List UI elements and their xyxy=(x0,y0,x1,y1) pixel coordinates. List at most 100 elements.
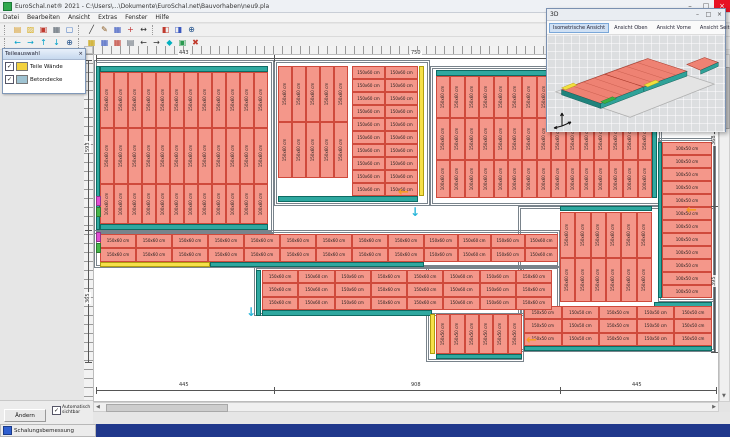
horizontal-scrollbar[interactable]: ◀ ▶ xyxy=(93,402,719,412)
layer-checkbox[interactable]: ✓ xyxy=(5,75,14,84)
slab-panel[interactable]: 150x50 cm xyxy=(637,333,675,346)
slab-panel[interactable]: 100x50 cm xyxy=(662,220,712,233)
slab-panel[interactable]: 150x60 cm xyxy=(516,297,552,310)
slab-panel[interactable]: 100x60 cm xyxy=(128,184,142,224)
slab-panel[interactable]: 150x60 cm xyxy=(458,234,492,248)
slab-panel[interactable]: 100x60 cm xyxy=(494,160,508,198)
slab-panel[interactable]: 150x60 cm xyxy=(280,248,316,262)
infill-strip[interactable] xyxy=(100,262,210,267)
slab-panel[interactable]: 150x50 cm xyxy=(562,306,600,319)
slab-panel[interactable]: 150x50 cm xyxy=(674,306,712,319)
slab-panel[interactable]: 150x60 cm xyxy=(465,76,479,118)
slab-panel[interactable]: 150x60 cm xyxy=(198,72,212,128)
slab-panel[interactable]: 150x60 cm xyxy=(424,234,458,248)
slab-panel[interactable]: 150x60 cm xyxy=(306,66,320,122)
infill-strip[interactable] xyxy=(100,224,268,230)
slab-panel[interactable]: 150x50 cm xyxy=(450,314,464,354)
slab-panel[interactable]: 150x60 cm xyxy=(516,270,552,283)
slab-panel[interactable]: 150x60 cm xyxy=(244,248,280,262)
slab-panel[interactable]: 150x60 cm xyxy=(352,248,388,262)
slab-panel[interactable]: 150x50 cm xyxy=(436,314,450,354)
slab-panel[interactable]: 150x60 cm xyxy=(480,270,516,283)
slab-panel[interactable]: 150x60 cm xyxy=(621,212,636,258)
accent-piece[interactable] xyxy=(96,232,101,242)
slab-panel[interactable]: 150x60 cm xyxy=(371,297,407,310)
slab-panel[interactable]: 150x60 cm xyxy=(278,66,292,122)
scroll-left-icon[interactable]: ◀ xyxy=(96,405,100,410)
slab-panel[interactable]: 150x60 cm xyxy=(385,118,418,131)
slab-panel[interactable]: 150x60 cm xyxy=(352,131,385,144)
slab-panel[interactable]: 150x60 cm xyxy=(292,122,306,178)
slab-panel[interactable]: 150x60 cm xyxy=(436,76,450,118)
slab-panel[interactable]: 150x60 cm xyxy=(637,212,652,258)
slab-panel[interactable]: 150x60 cm xyxy=(316,248,352,262)
slab-panel[interactable]: 150x60 cm xyxy=(254,128,268,184)
viewer3d-minimize-button[interactable]: – xyxy=(692,9,703,20)
slab-panel[interactable]: 150x60 cm xyxy=(136,248,172,262)
slab-panel[interactable]: 150x60 cm xyxy=(114,72,128,128)
slab-panel[interactable]: 150x60 cm xyxy=(443,270,479,283)
slab-panel[interactable]: 150x50 cm xyxy=(674,333,712,346)
slab-panel[interactable]: 150x60 cm xyxy=(184,72,198,128)
slab-panel[interactable]: 100x50 cm xyxy=(662,233,712,246)
slab-panel[interactable]: 150x60 cm xyxy=(407,270,443,283)
slab-panel[interactable]: 150x60 cm xyxy=(443,297,479,310)
view-tab-ansicht-seite[interactable]: Ansicht Seite xyxy=(696,23,730,33)
slab-panel[interactable]: 150x60 cm xyxy=(591,212,606,258)
slab-panel[interactable]: 150x60 cm xyxy=(352,170,385,183)
slab-panel[interactable]: 150x50 cm xyxy=(508,314,522,354)
auto-visible-checkbox[interactable]: ✓ xyxy=(52,406,61,415)
slab-panel[interactable]: 150x60 cm xyxy=(226,72,240,128)
view-tab-ansicht-vorne[interactable]: Ansicht Vorne xyxy=(653,23,695,33)
slab-panel[interactable]: 150x60 cm xyxy=(560,258,575,302)
slab-panel[interactable]: 100x60 cm xyxy=(508,160,522,198)
slab-panel[interactable]: 150x60 cm xyxy=(450,118,464,160)
slab-panel[interactable]: 150x50 cm xyxy=(599,306,637,319)
slab-panel[interactable]: 150x60 cm xyxy=(334,66,348,122)
slab-panel[interactable]: 150x60 cm xyxy=(479,76,493,118)
slab-panel[interactable]: 150x60 cm xyxy=(494,118,508,160)
slab-panel[interactable]: 150x60 cm xyxy=(212,72,226,128)
slab-panel[interactable]: 100x60 cm xyxy=(436,160,450,198)
slab-panel[interactable]: 100x60 cm xyxy=(537,160,551,198)
slab-panel[interactable]: 150x60 cm xyxy=(371,283,407,296)
horizontal-scrollbar-thumb[interactable] xyxy=(106,404,228,412)
slab-panel[interactable]: 150x60 cm xyxy=(244,234,280,248)
slab-panel[interactable]: 150x60 cm xyxy=(208,248,244,262)
slab-panel[interactable]: 150x60 cm xyxy=(407,297,443,310)
view-tab-isometrische-ansicht[interactable]: Isometrische Ansicht xyxy=(549,23,609,33)
slab-panel[interactable]: 150x60 cm xyxy=(172,234,208,248)
slab-panel[interactable]: 100x60 cm xyxy=(184,184,198,224)
slab-panel[interactable]: 100x50 cm xyxy=(662,181,712,194)
infill-strip[interactable] xyxy=(256,270,261,316)
slab-panel[interactable]: 150x60 cm xyxy=(480,283,516,296)
slab-panel[interactable]: 150x60 cm xyxy=(100,234,136,248)
slab-panel[interactable]: 100x50 cm xyxy=(662,285,712,298)
slab-panel[interactable]: 150x60 cm xyxy=(280,234,316,248)
slab-panel[interactable]: 150x60 cm xyxy=(480,297,516,310)
slab-panel[interactable]: 150x50 cm xyxy=(599,333,637,346)
slab-panel[interactable]: 150x60 cm xyxy=(525,234,559,248)
slab-panel[interactable]: 100x50 cm xyxy=(662,168,712,181)
slab-panel[interactable]: 150x60 cm xyxy=(156,128,170,184)
slab-panel[interactable]: 150x60 cm xyxy=(443,283,479,296)
layer-checkbox[interactable]: ✓ xyxy=(5,62,14,71)
slab-panel[interactable]: 150x60 cm xyxy=(385,157,418,170)
slab-panel[interactable]: 150x60 cm xyxy=(621,258,636,302)
accent-piece[interactable] xyxy=(96,243,101,253)
slab-panel[interactable]: 150x50 cm xyxy=(637,306,675,319)
slab-panel[interactable]: 150x60 cm xyxy=(278,122,292,178)
slab-panel[interactable]: 150x60 cm xyxy=(352,105,385,118)
slab-panel[interactable]: 150x60 cm xyxy=(424,248,458,262)
slab-panel[interactable]: 150x60 cm xyxy=(320,66,334,122)
slab-panel[interactable]: 150x60 cm xyxy=(292,66,306,122)
slab-panel[interactable]: 150x60 cm xyxy=(335,297,371,310)
accent-piece[interactable] xyxy=(96,207,101,217)
slab-panel[interactable]: 150x60 cm xyxy=(226,128,240,184)
slab-panel[interactable]: 150x60 cm xyxy=(156,72,170,128)
slab-panel[interactable]: 150x60 cm xyxy=(560,212,575,258)
slab-panel[interactable]: 150x60 cm xyxy=(254,72,268,128)
slab-panel[interactable]: 150x60 cm xyxy=(352,157,385,170)
slab-panel[interactable]: 100x60 cm xyxy=(623,160,637,198)
change-button[interactable]: Ändern xyxy=(4,409,46,422)
